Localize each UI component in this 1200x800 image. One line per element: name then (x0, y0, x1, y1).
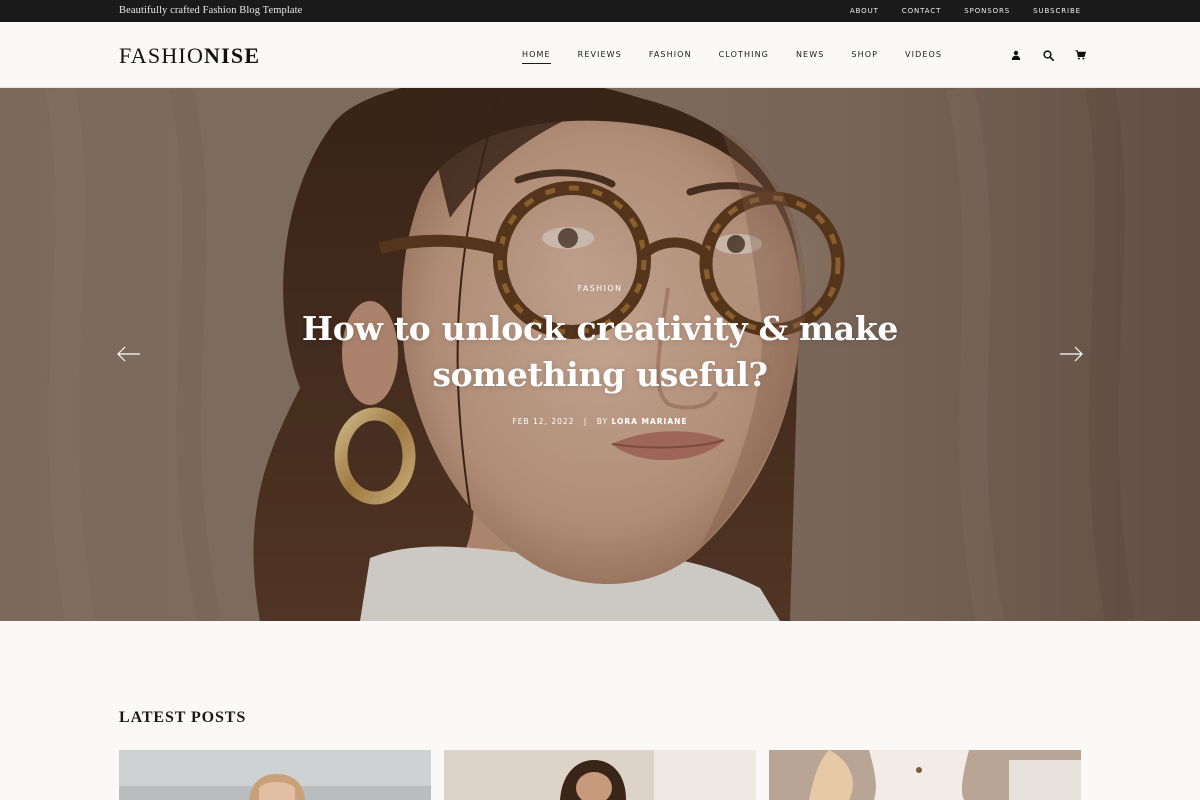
post-card-2[interactable] (444, 750, 756, 800)
nav-videos[interactable]: VIDEOS (905, 50, 942, 63)
top-link-sponsors[interactable]: SPONSORS (964, 7, 1010, 15)
by-label: BY (596, 417, 609, 426)
post-image-2 (444, 750, 756, 800)
latest-posts-title: LATEST POSTS (119, 709, 247, 726)
top-link-contact[interactable]: CONTACT (902, 7, 942, 15)
post-date: FEB 12, 2022 (512, 417, 575, 426)
cart-icon[interactable] (1073, 48, 1087, 62)
site-header: FASHIONISE HOME REVIEWS FASHION CLOTHING… (0, 22, 1200, 88)
nav-home[interactable]: HOME (522, 50, 551, 64)
latest-posts-grid (119, 750, 1081, 800)
top-link-about[interactable]: ABOUT (850, 7, 879, 15)
hero-slider: FASHION How to unlock creativity & make … (0, 88, 1200, 621)
nav-reviews[interactable]: REVIEWS (578, 50, 622, 63)
logo-bold-text: NISE (204, 43, 261, 68)
search-icon[interactable] (1041, 48, 1055, 62)
top-bar: Beautifully crafted Fashion Blog Templat… (0, 0, 1200, 22)
hero-meta: FEB 12, 2022 | BY LORA MARIANE (0, 417, 1200, 426)
hero-category[interactable]: FASHION (0, 284, 1200, 293)
meta-separator: | (583, 417, 588, 426)
nav-news[interactable]: NEWS (796, 50, 824, 63)
user-icon[interactable] (1009, 48, 1023, 62)
hero-title[interactable]: How to unlock creativity & make somethin… (300, 306, 900, 398)
arrow-right-icon[interactable] (1059, 346, 1083, 362)
post-image-1 (119, 750, 431, 800)
post-image-3 (769, 750, 1081, 800)
top-links: ABOUT CONTACT SPONSORS SUBSCRIBE (850, 7, 1081, 15)
top-link-subscribe[interactable]: SUBSCRIBE (1033, 7, 1081, 15)
post-card-3[interactable] (769, 750, 1081, 800)
site-logo[interactable]: FASHIONISE (119, 43, 260, 69)
post-author[interactable]: LORA MARIANE (611, 417, 687, 426)
post-card-1[interactable] (119, 750, 431, 800)
header-icons (1009, 48, 1087, 62)
nav-fashion[interactable]: FASHION (649, 50, 692, 63)
arrow-left-icon[interactable] (117, 346, 141, 362)
site-tagline: Beautifully crafted Fashion Blog Templat… (119, 5, 303, 16)
nav-shop[interactable]: SHOP (851, 50, 878, 63)
nav-clothing[interactable]: CLOTHING (719, 50, 769, 63)
main-nav: HOME REVIEWS FASHION CLOTHING NEWS SHOP … (522, 50, 942, 64)
logo-light-text: FASHIO (119, 43, 205, 68)
